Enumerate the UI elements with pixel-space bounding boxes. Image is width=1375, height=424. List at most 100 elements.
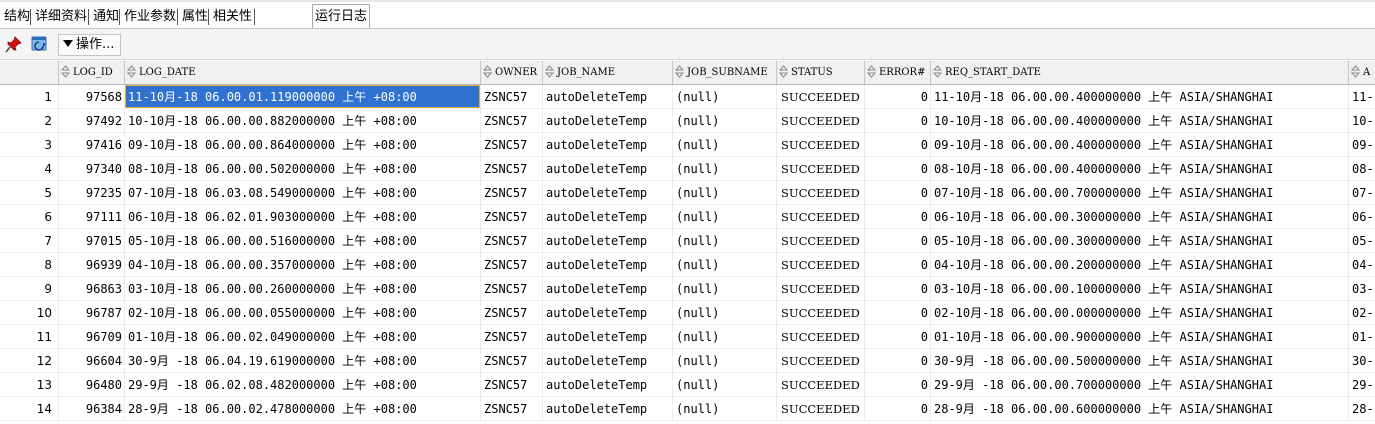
cell-req-start-date[interactable]: 08-10月-18 06.00.00.400000000 上午 ASIA/SHA… (931, 157, 1349, 181)
cell-job-subname[interactable]: (null) (673, 157, 777, 181)
cell-job-subname[interactable]: (null) (673, 181, 777, 205)
tab-structure[interactable]: 结构 (2, 7, 32, 27)
cell-a[interactable]: 06- (1349, 205, 1375, 229)
cell-req-start-date[interactable]: 09-10月-18 06.00.00.400000000 上午 ASIA/SHA… (931, 133, 1349, 157)
cell-error[interactable]: 0 (865, 205, 931, 229)
column-header-log-id[interactable]: LOG_ID (59, 61, 125, 85)
cell-req-start-date[interactable]: 28-9月 -18 06.00.00.600000000 上午 ASIA/SHA… (931, 397, 1349, 421)
cell-log-id[interactable]: 97015 (59, 229, 125, 253)
cell-job-subname[interactable]: (null) (673, 85, 777, 109)
cell-status[interactable]: SUCCEEDED (777, 181, 865, 205)
cell-owner[interactable]: ZSNC57 (481, 301, 543, 325)
cell-log-date[interactable]: 29-9月 -18 06.02.08.482000000 上午 +08:00 (125, 373, 481, 397)
cell-job-name[interactable]: autoDeleteTemp (543, 301, 673, 325)
cell-job-name[interactable]: autoDeleteTemp (543, 109, 673, 133)
sort-icon[interactable] (779, 65, 788, 78)
cell-job-subname[interactable]: (null) (673, 349, 777, 373)
operations-dropdown[interactable]: 操作... (58, 34, 122, 56)
cell-owner[interactable]: ZSNC57 (481, 253, 543, 277)
tab-properties[interactable]: 属性 (180, 7, 210, 27)
cell-status[interactable]: SUCCEEDED (777, 277, 865, 301)
cell-req-start-date[interactable]: 10-10月-18 06.00.00.400000000 上午 ASIA/SHA… (931, 109, 1349, 133)
cell-req-start-date[interactable]: 05-10月-18 06.00.00.300000000 上午 ASIA/SHA… (931, 229, 1349, 253)
cell-owner[interactable]: ZSNC57 (481, 373, 543, 397)
cell-error[interactable]: 0 (865, 325, 931, 349)
cell-a[interactable]: 10- (1349, 109, 1375, 133)
cell-job-name[interactable]: autoDeleteTemp (543, 349, 673, 373)
cell-status[interactable]: SUCCEEDED (777, 373, 865, 397)
cell-log-date[interactable]: 04-10月-18 06.00.00.357000000 上午 +08:00 (125, 253, 481, 277)
cell-job-name[interactable]: autoDeleteTemp (543, 133, 673, 157)
cell-owner[interactable]: ZSNC57 (481, 397, 543, 421)
cell-req-start-date[interactable]: 03-10月-18 06.00.00.100000000 上午 ASIA/SHA… (931, 277, 1349, 301)
cell-log-id[interactable]: 97235 (59, 181, 125, 205)
cell-error[interactable]: 0 (865, 181, 931, 205)
table-row[interactable]: 4 97340 08-10月-18 06.00.00.502000000 上午 +0… (0, 157, 1375, 181)
cell-owner[interactable]: ZSNC57 (481, 205, 543, 229)
cell-status[interactable]: SUCCEEDED (777, 397, 865, 421)
cell-log-date[interactable]: 01-10月-18 06.00.02.049000000 上午 +08:00 (125, 325, 481, 349)
cell-log-id[interactable]: 96384 (59, 397, 125, 421)
sort-icon[interactable] (933, 65, 942, 78)
cell-owner[interactable]: ZSNC57 (481, 133, 543, 157)
cell-log-id[interactable]: 97111 (59, 205, 125, 229)
cell-status[interactable]: SUCCEEDED (777, 157, 865, 181)
table-row[interactable]: 2 97492 10-10月-18 06.00.00.882000000 上午 +0… (0, 109, 1375, 133)
cell-job-subname[interactable]: (null) (673, 253, 777, 277)
cell-error[interactable]: 0 (865, 133, 931, 157)
table-row[interactable]: 13 96480 29-9月 -18 06.02.08.482000000 上午 +… (0, 373, 1375, 397)
pin-icon[interactable] (4, 34, 24, 54)
cell-req-start-date[interactable]: 02-10月-18 06.00.00.000000000 上午 ASIA/SHA… (931, 301, 1349, 325)
tab-job-arguments[interactable]: 作业参数 (122, 7, 178, 27)
table-row[interactable]: 8 96939 04-10月-18 06.00.00.357000000 上午 +0… (0, 253, 1375, 277)
cell-status[interactable]: SUCCEEDED (777, 253, 865, 277)
cell-status[interactable]: SUCCEEDED (777, 301, 865, 325)
cell-log-id[interactable]: 96787 (59, 301, 125, 325)
cell-job-name[interactable]: autoDeleteTemp (543, 325, 673, 349)
sort-icon[interactable] (1351, 65, 1360, 78)
cell-error[interactable]: 0 (865, 229, 931, 253)
table-row[interactable]: 6 97111 06-10月-18 06.02.01.903000000 上午 +0… (0, 205, 1375, 229)
cell-req-start-date[interactable]: 01-10月-18 06.00.00.900000000 上午 ASIA/SHA… (931, 325, 1349, 349)
tab-notifications[interactable]: 通知 (91, 7, 121, 27)
table-row[interactable]: 1 97568 11-10月-18 06.00.01.119000000 上午 +0… (0, 85, 1375, 109)
cell-req-start-date[interactable]: 07-10月-18 06.00.00.700000000 上午 ASIA/SHA… (931, 181, 1349, 205)
cell-error[interactable]: 0 (865, 157, 931, 181)
table-row[interactable]: 10 96787 02-10月-18 06.00.00.055000000 上午 +… (0, 301, 1375, 325)
cell-req-start-date[interactable]: 29-9月 -18 06.00.00.700000000 上午 ASIA/SHA… (931, 373, 1349, 397)
sort-icon[interactable] (675, 65, 684, 78)
column-header-owner[interactable]: OWNER (481, 61, 543, 85)
cell-log-id[interactable]: 97340 (59, 157, 125, 181)
cell-job-name[interactable]: autoDeleteTemp (543, 397, 673, 421)
sort-icon[interactable] (545, 65, 554, 78)
cell-job-subname[interactable]: (null) (673, 205, 777, 229)
sort-icon[interactable] (483, 65, 492, 78)
cell-status[interactable]: SUCCEEDED (777, 109, 865, 133)
cell-job-subname[interactable]: (null) (673, 133, 777, 157)
cell-log-id[interactable]: 97416 (59, 133, 125, 157)
cell-log-id[interactable]: 97568 (59, 85, 125, 109)
cell-error[interactable]: 0 (865, 277, 931, 301)
column-header-job-subname[interactable]: JOB_SUBNAME (673, 61, 777, 85)
table-row[interactable]: 5 97235 07-10月-18 06.03.08.549000000 上午 +0… (0, 181, 1375, 205)
cell-owner[interactable]: ZSNC57 (481, 277, 543, 301)
cell-log-date[interactable]: 28-9月 -18 06.00.02.478000000 上午 +08:00 (125, 397, 481, 421)
sort-icon[interactable] (127, 65, 136, 78)
column-header-error[interactable]: ERROR# (865, 61, 931, 85)
cell-a[interactable]: 07- (1349, 181, 1375, 205)
cell-owner[interactable]: ZSNC57 (481, 229, 543, 253)
cell-error[interactable]: 0 (865, 85, 931, 109)
cell-a[interactable]: 28- (1349, 397, 1375, 421)
table-row[interactable]: 3 97416 09-10月-18 06.00.00.864000000 上午 +0… (0, 133, 1375, 157)
tab-run-log[interactable]: 运行日志 (312, 4, 371, 28)
table-row[interactable]: 7 97015 05-10月-18 06.00.00.516000000 上午 +0… (0, 229, 1375, 253)
cell-a[interactable]: 03- (1349, 277, 1375, 301)
cell-job-name[interactable]: autoDeleteTemp (543, 229, 673, 253)
cell-log-id[interactable]: 96863 (59, 277, 125, 301)
cell-a[interactable]: 01- (1349, 325, 1375, 349)
cell-log-date[interactable]: 06-10月-18 06.02.01.903000000 上午 +08:00 (125, 205, 481, 229)
column-header-a[interactable]: A (1349, 61, 1375, 85)
cell-log-id[interactable]: 96939 (59, 253, 125, 277)
cell-req-start-date[interactable]: 30-9月 -18 06.00.00.500000000 上午 ASIA/SHA… (931, 349, 1349, 373)
cell-owner[interactable]: ZSNC57 (481, 181, 543, 205)
